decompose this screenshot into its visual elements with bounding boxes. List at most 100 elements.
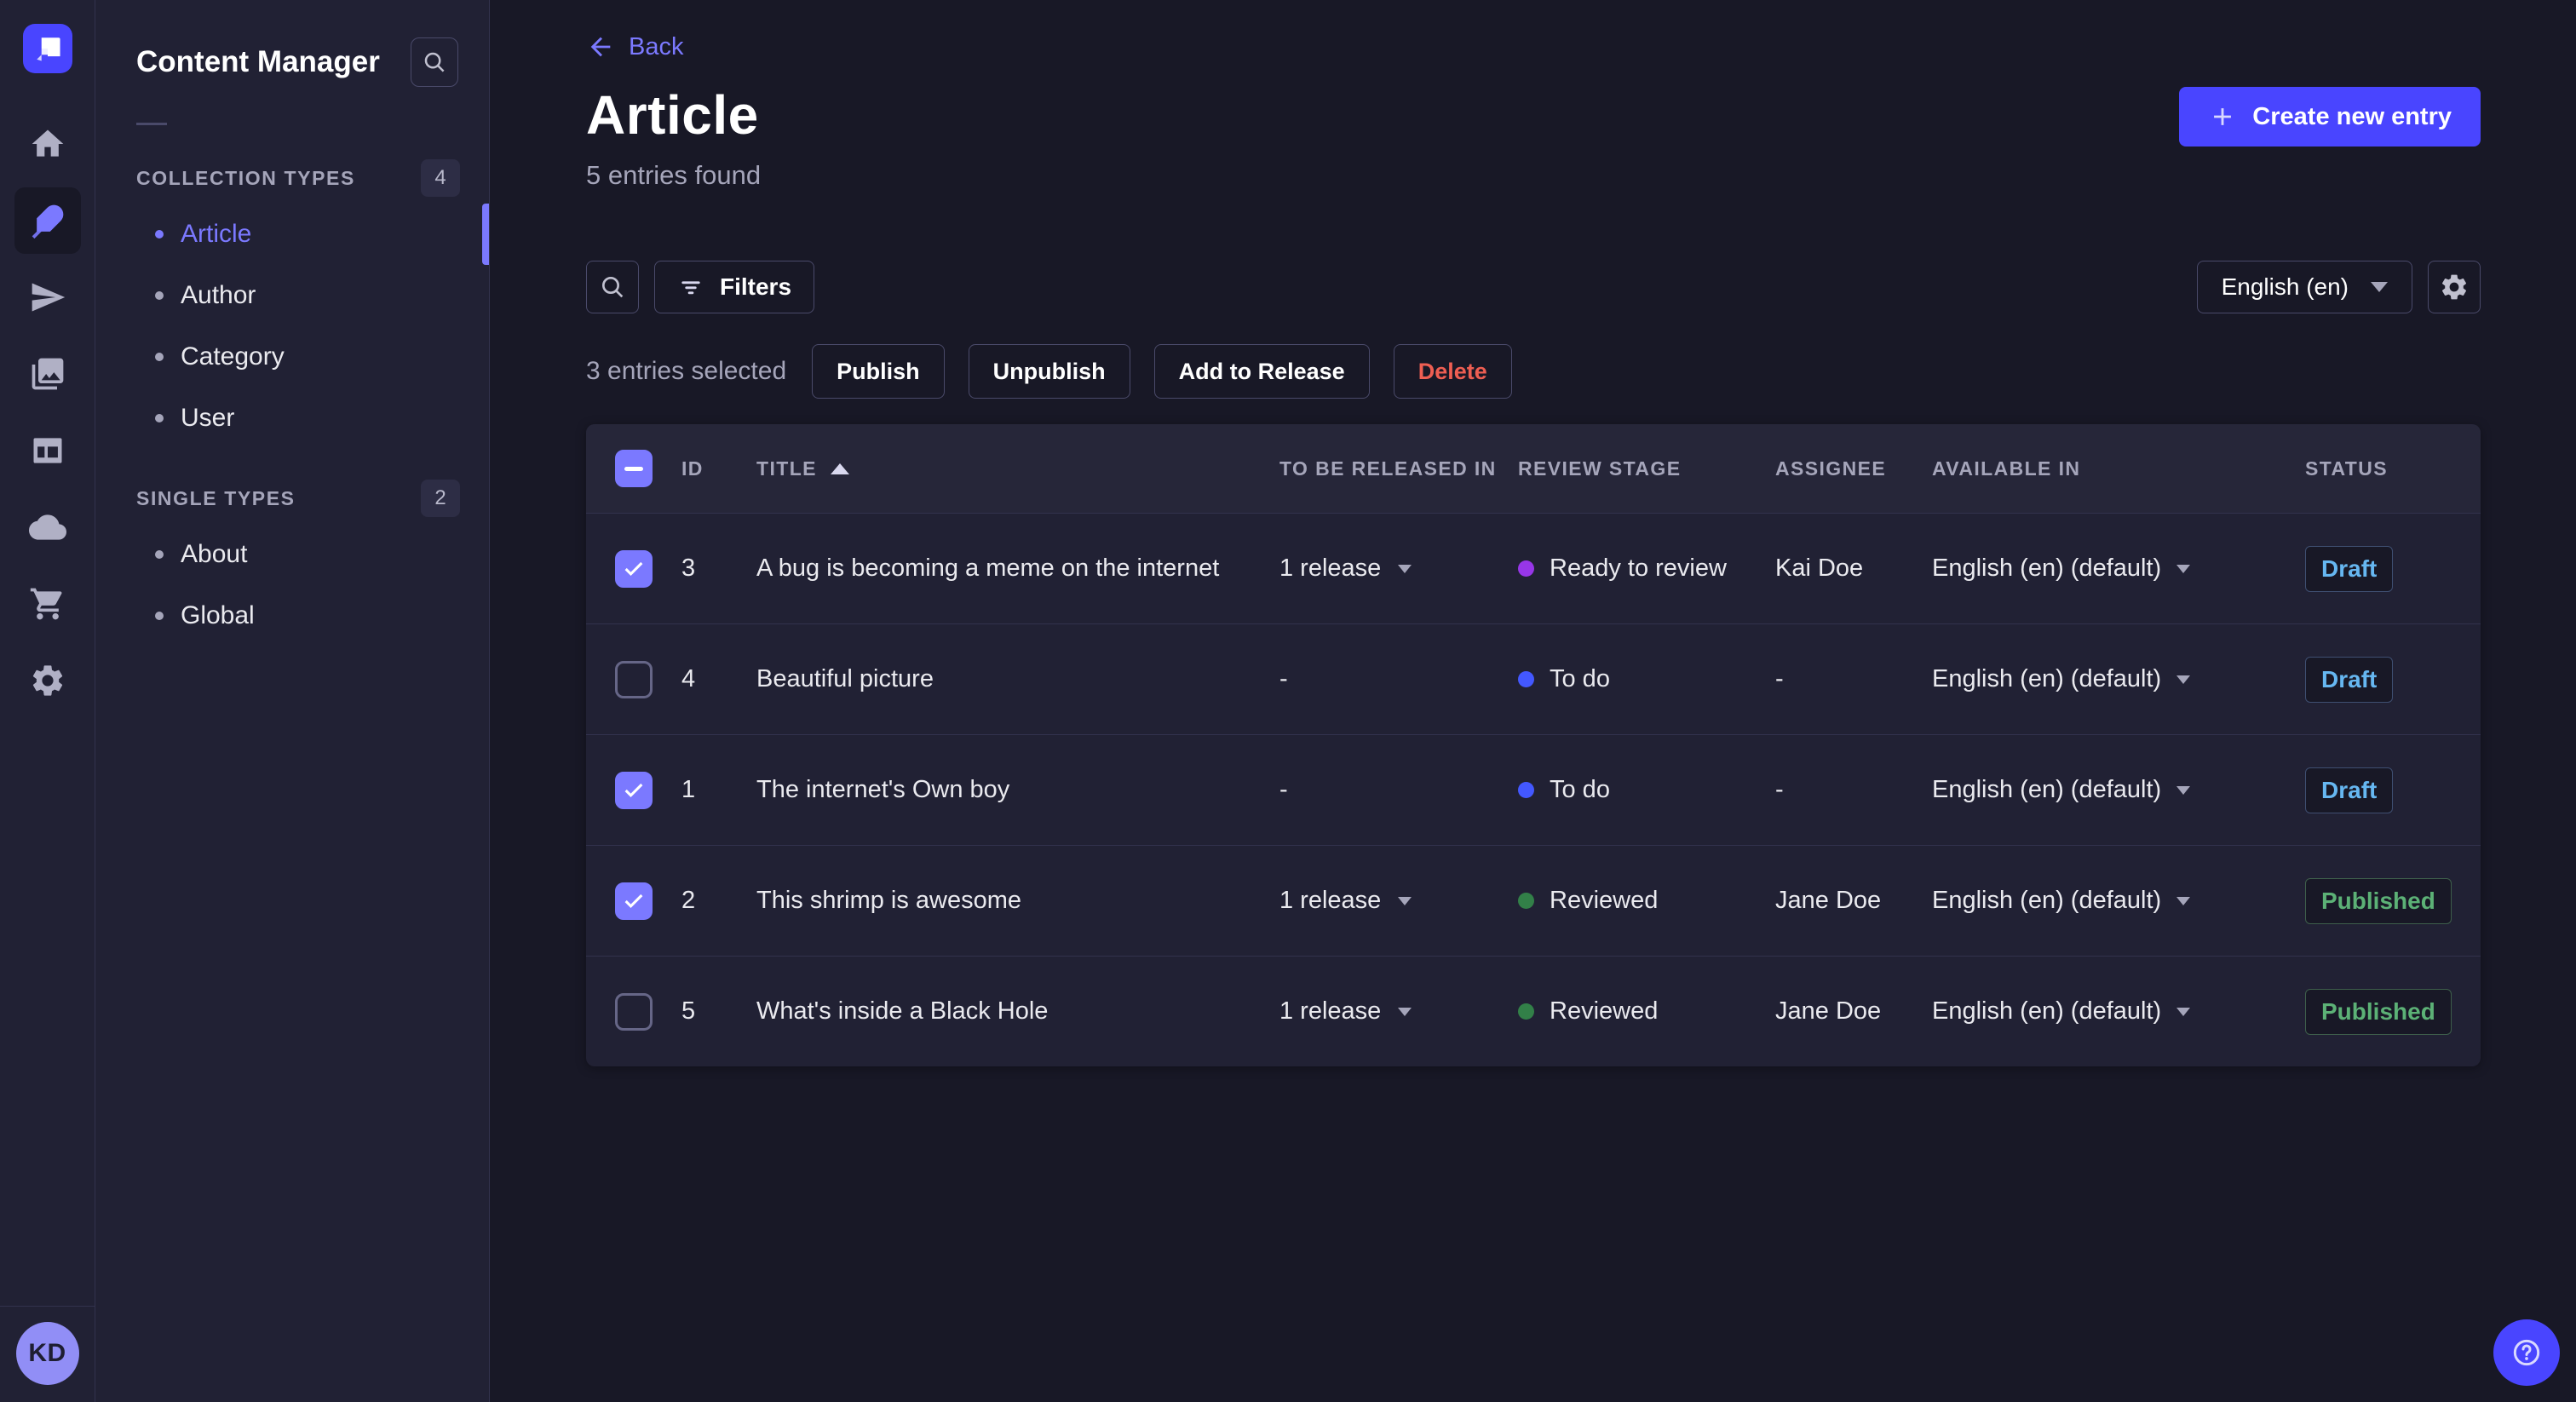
table-header-row: ID TITLE TO BE RELEASED IN REVIEW STAGE … <box>586 424 2481 513</box>
chevron-down-icon <box>2371 282 2388 292</box>
create-new-entry-button[interactable]: Create new entry <box>2179 87 2481 147</box>
subnav-item-label: Global <box>181 601 255 629</box>
cell-title: This shrimp is awesome <box>756 887 1022 914</box>
row-checkbox[interactable] <box>615 549 653 588</box>
help-button[interactable] <box>2493 1319 2560 1386</box>
status-badge: Draft <box>2305 656 2394 703</box>
view-settings-button[interactable] <box>2428 261 2481 313</box>
filters-button[interactable]: Filters <box>654 261 815 313</box>
select-all-checkbox[interactable] <box>615 450 653 487</box>
cell-id: 3 <box>681 554 696 582</box>
subnav-item-about[interactable]: About <box>95 524 489 585</box>
subnav-item-user[interactable]: User <box>95 388 489 449</box>
release-label: - <box>1279 665 1288 692</box>
release-label: 1 release <box>1279 887 1382 914</box>
cell-available-in[interactable]: English (en) (default) <box>1932 887 2305 915</box>
subnav-item-label: Article <box>181 220 252 248</box>
subnav-item-category[interactable]: Category <box>95 326 489 388</box>
cloud-icon[interactable] <box>14 494 81 560</box>
cell-assignee: Jane Doe <box>1775 887 1882 914</box>
home-icon[interactable] <box>14 111 81 177</box>
add-to-release-button[interactable]: Add to Release <box>1153 344 1370 399</box>
column-header-available-in[interactable]: AVAILABLE IN <box>1932 457 2305 480</box>
locale-label: English (en) (default) <box>1932 776 2162 803</box>
sort-ascending-icon[interactable] <box>830 463 849 474</box>
chevron-down-icon <box>2176 785 2191 795</box>
filter-icon <box>681 281 700 295</box>
publish-button[interactable]: Publish <box>812 344 945 399</box>
table-row[interactable]: 4 Beautiful picture - To do - English (e… <box>586 623 2481 734</box>
column-header-title[interactable]: TITLE <box>756 457 1279 480</box>
strapi-logo[interactable] <box>22 24 72 73</box>
status-badge: Published <box>2305 877 2452 924</box>
collection-types-list: Article Author Category User <box>95 204 489 449</box>
cell-available-in[interactable]: English (en) (default) <box>1932 997 2305 1026</box>
locale-select[interactable]: English (en) <box>2196 261 2412 313</box>
single-types-list: About Global <box>95 524 489 646</box>
settings-gear-icon[interactable] <box>14 647 81 714</box>
stage-label: To do <box>1550 665 1610 692</box>
column-header-status[interactable]: STATUS <box>2305 457 2481 480</box>
unpublish-button[interactable]: Unpublish <box>968 344 1130 399</box>
check-icon <box>624 783 643 797</box>
chevron-down-icon <box>1398 564 1412 573</box>
column-header-release[interactable]: TO BE RELEASED IN <box>1279 457 1518 480</box>
back-link[interactable]: Back <box>586 32 683 61</box>
marketplace-cart-icon[interactable] <box>14 571 81 637</box>
stage-dot-icon <box>1518 671 1534 687</box>
status-badge: Draft <box>2305 767 2394 813</box>
row-checkbox[interactable] <box>615 771 653 809</box>
cell-release-menu[interactable]: 1 release <box>1279 554 1518 583</box>
chevron-down-icon <box>1398 1007 1412 1016</box>
column-header-assignee[interactable]: ASSIGNEE <box>1775 457 1932 480</box>
stage-label: To do <box>1550 776 1610 803</box>
row-checkbox[interactable] <box>615 992 653 1031</box>
subnav-item-article[interactable]: Article <box>95 204 489 265</box>
cell-available-in[interactable]: English (en) (default) <box>1932 665 2305 693</box>
table-row[interactable]: 2 This shrimp is awesome 1 release Revie… <box>586 845 2481 956</box>
cell-available-in[interactable]: English (en) (default) <box>1932 776 2305 804</box>
subnav-item-label: Author <box>181 281 256 309</box>
cell-id: 4 <box>681 665 696 692</box>
chevron-down-icon <box>2176 564 2191 573</box>
table-row[interactable]: 1 The internet's Own boy - To do - Engli… <box>586 734 2481 845</box>
stage-dot-icon <box>1518 1003 1534 1020</box>
subnav-search-button[interactable] <box>411 37 458 87</box>
cell-release-menu[interactable]: 1 release <box>1279 997 1518 1026</box>
filters-label: Filters <box>720 273 792 300</box>
column-header-id[interactable]: ID <box>681 457 756 480</box>
row-checkbox[interactable] <box>615 660 653 698</box>
cell-review-stage: Reviewed <box>1518 997 1775 1026</box>
locale-label: English (en) (default) <box>1932 887 2162 914</box>
cell-release: - <box>1279 665 1518 693</box>
delete-button[interactable]: Delete <box>1393 344 1512 399</box>
content-type-builder-icon[interactable] <box>14 417 81 484</box>
row-checkbox[interactable] <box>615 882 653 920</box>
content-manager-feather-icon[interactable] <box>14 187 81 254</box>
bullet-icon <box>155 230 164 238</box>
cell-review-stage: Reviewed <box>1518 887 1775 915</box>
locale-value: English (en) <box>2221 273 2349 300</box>
cell-review-stage: To do <box>1518 665 1775 693</box>
column-header-review-stage[interactable]: REVIEW STAGE <box>1518 457 1775 480</box>
release-label: 1 release <box>1279 554 1382 582</box>
search-entries-button[interactable] <box>586 261 639 313</box>
release-label: 1 release <box>1279 997 1382 1025</box>
main-nav-sidebar: KD <box>0 0 95 1402</box>
subnav-item-global[interactable]: Global <box>95 585 489 646</box>
releases-paper-plane-icon[interactable] <box>14 264 81 330</box>
search-icon <box>424 52 445 72</box>
subnav-item-label: User <box>181 404 235 432</box>
chevron-down-icon <box>2176 1007 2191 1016</box>
subnav-item-author[interactable]: Author <box>95 265 489 326</box>
media-library-icon[interactable] <box>14 341 81 407</box>
cell-release-menu[interactable]: 1 release <box>1279 887 1518 915</box>
subnav-item-label: About <box>181 540 248 568</box>
cell-available-in[interactable]: English (en) (default) <box>1932 554 2305 583</box>
cell-title: A bug is becoming a meme on the internet <box>756 554 1220 582</box>
table-row[interactable]: 5 What's inside a Black Hole 1 release R… <box>586 956 2481 1066</box>
table-row[interactable]: 3 A bug is becoming a meme on the intern… <box>586 513 2481 623</box>
content-manager-subnav: Content Manager COLLECTION TYPES 4 Artic… <box>95 0 490 1402</box>
user-avatar[interactable]: KD <box>15 1322 79 1385</box>
plus-icon <box>2214 108 2232 125</box>
